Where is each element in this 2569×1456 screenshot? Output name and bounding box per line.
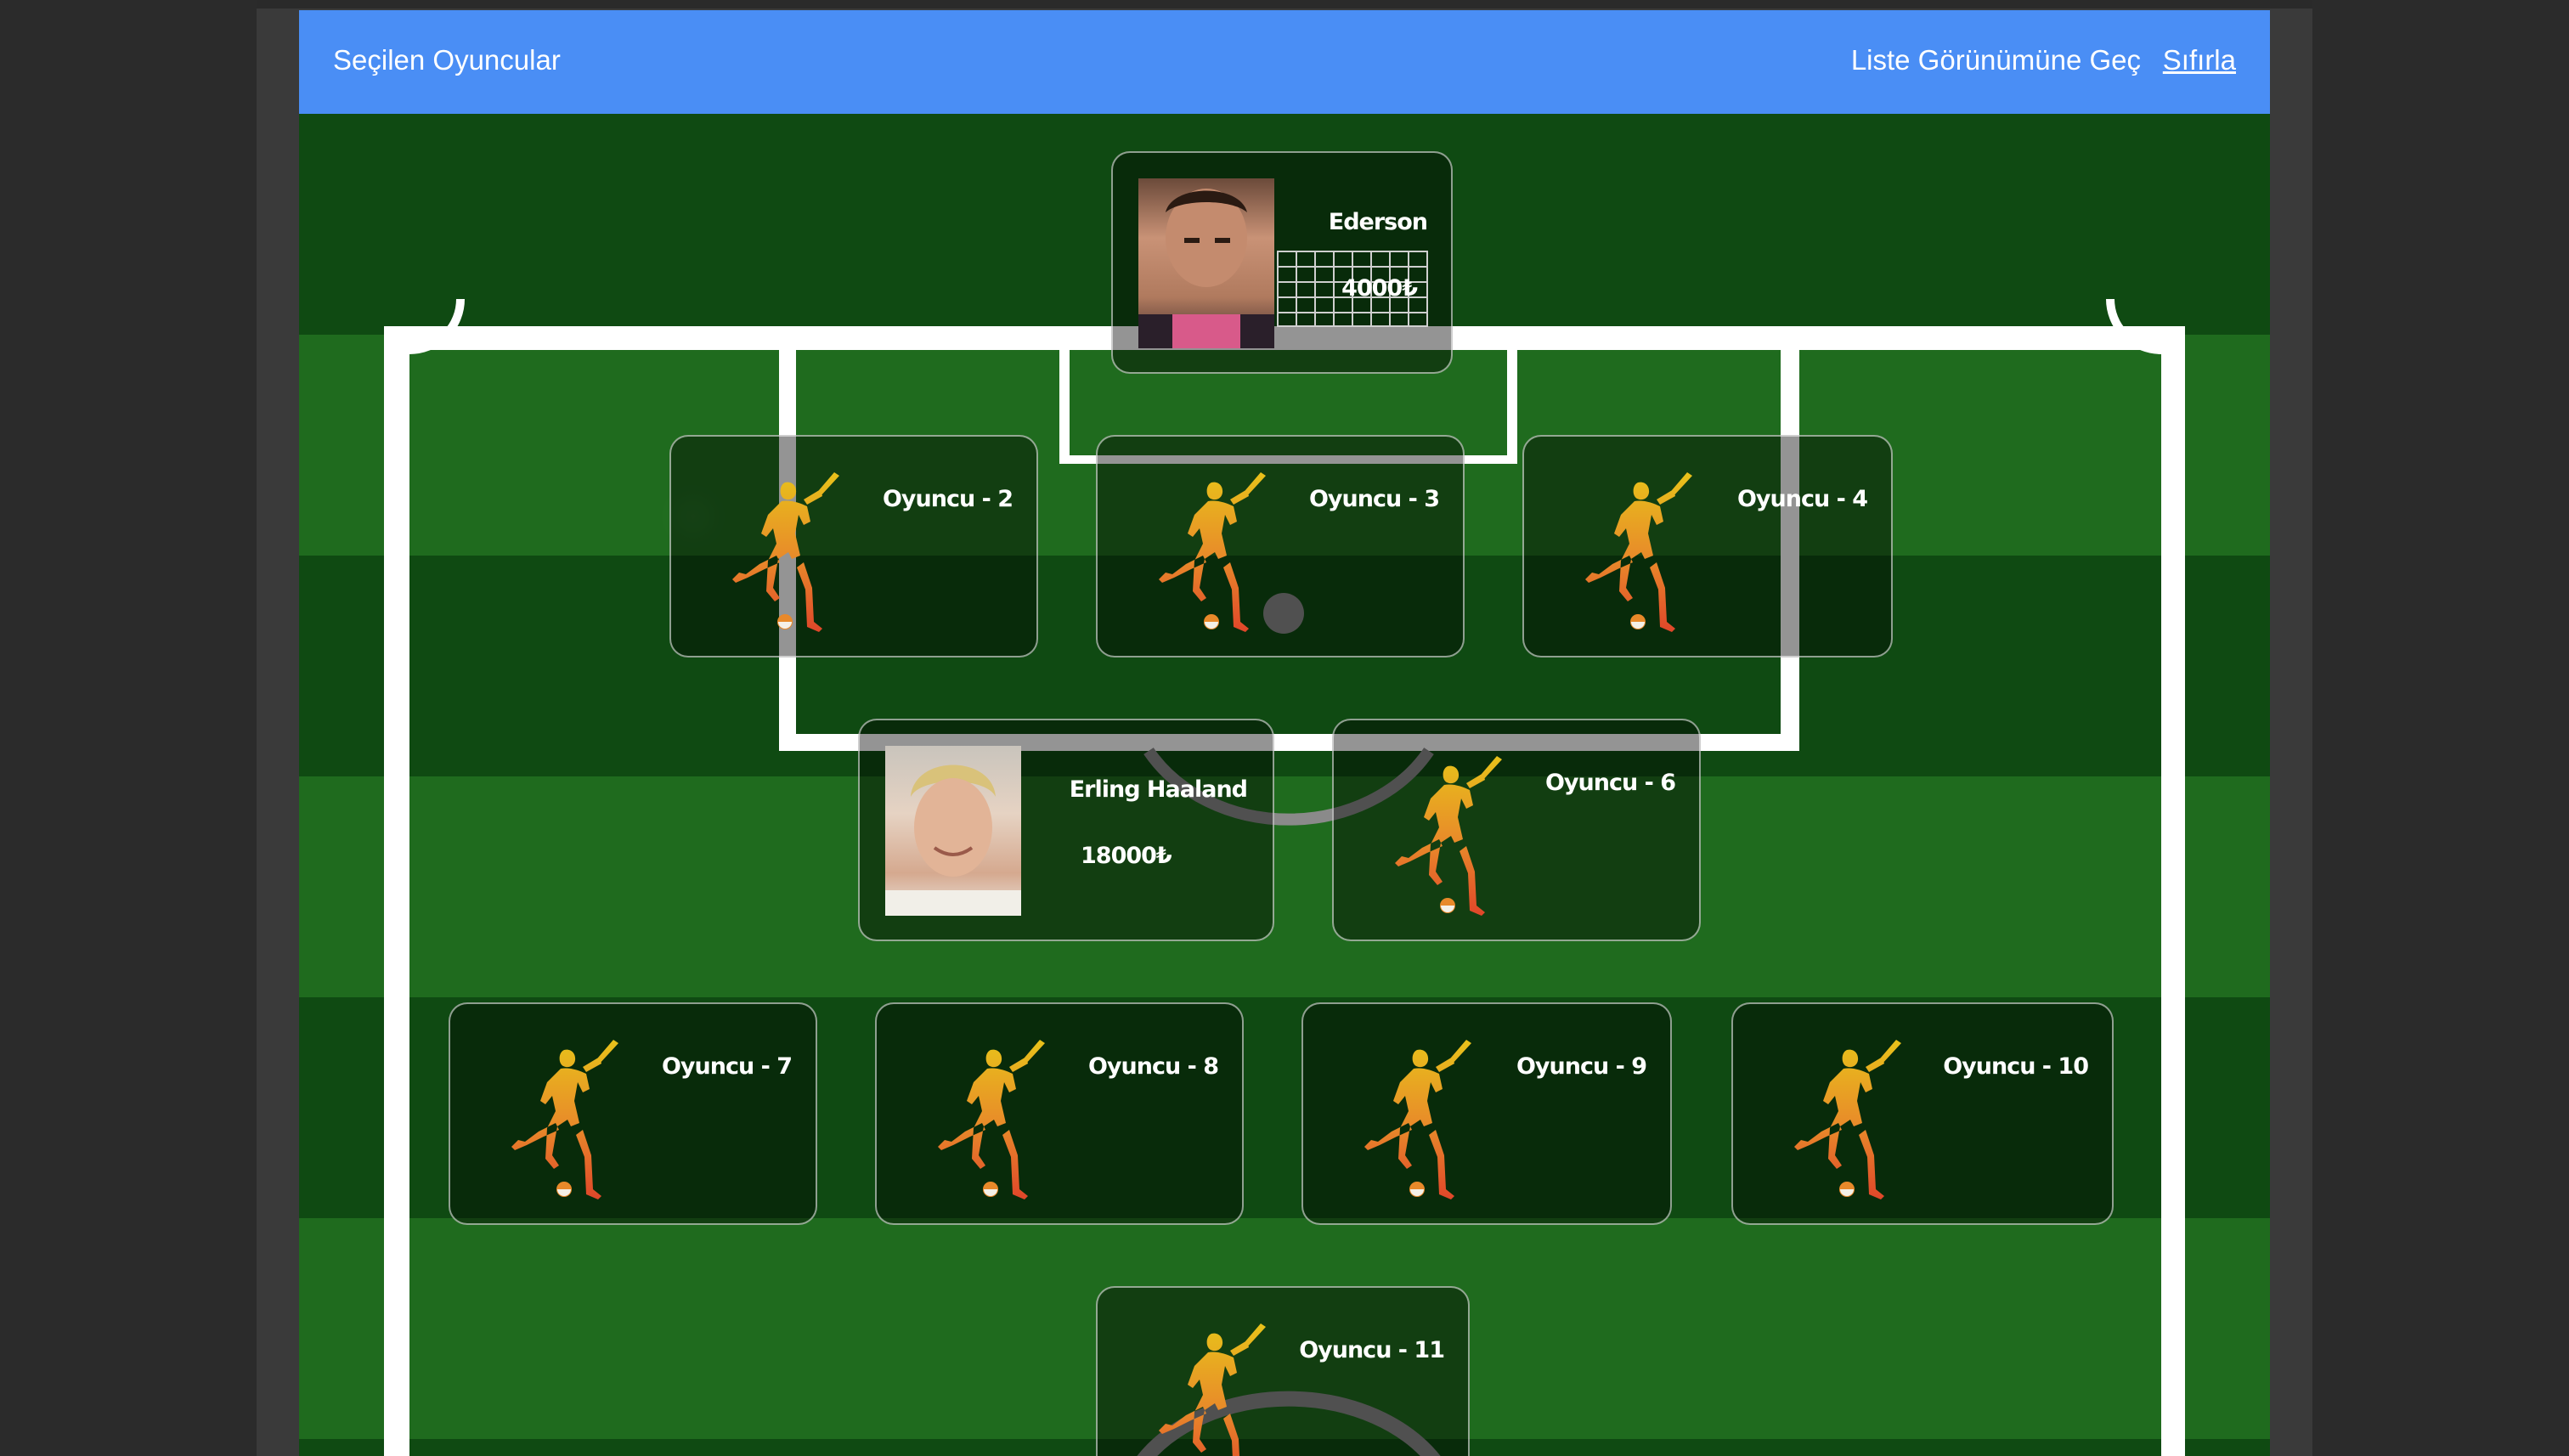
app-header: Seçilen Oyuncular Liste Görünümüne Geç S… bbox=[299, 10, 2270, 114]
player-name: Oyuncu - 7 bbox=[661, 1053, 793, 1080]
player-photo-haaland bbox=[885, 746, 1021, 916]
player-name: Oyuncu - 11 bbox=[1299, 1337, 1445, 1363]
football-player-silhouette-icon bbox=[1385, 751, 1512, 917]
player-slot-2[interactable]: Oyuncu - 2 bbox=[669, 435, 1038, 657]
lineup-app: Seçilen Oyuncular Liste Görünümüne Geç S… bbox=[299, 10, 2270, 1456]
player-name: Oyuncu - 8 bbox=[1087, 1053, 1219, 1080]
player-photo-ederson bbox=[1138, 178, 1274, 348]
player-name: Oyuncu - 6 bbox=[1544, 770, 1676, 796]
player-name: Oyuncu - 2 bbox=[882, 486, 1013, 512]
player-name: Oyuncu - 3 bbox=[1308, 486, 1440, 512]
football-player-silhouette-icon bbox=[1575, 467, 1702, 634]
football-pitch: Ederson 4000₺ Oyuncu - 2 Oyuncu - 3 Oyun… bbox=[299, 114, 2270, 1456]
football-player-silhouette-icon bbox=[928, 1035, 1055, 1201]
player-name: Erling Haaland bbox=[1069, 776, 1248, 803]
player-price: 4000₺ bbox=[1341, 275, 1418, 302]
player-slot-10[interactable]: Oyuncu - 10 bbox=[1731, 1002, 2114, 1225]
player-slot-6[interactable]: Oyuncu - 6 bbox=[1332, 719, 1701, 941]
football-player-silhouette-icon bbox=[722, 467, 850, 634]
page-title: Seçilen Oyuncular bbox=[333, 44, 561, 76]
player-name: Oyuncu - 9 bbox=[1516, 1053, 1647, 1080]
player-name: Oyuncu - 10 bbox=[1943, 1053, 2089, 1080]
player-slot-3[interactable]: Oyuncu - 3 bbox=[1096, 435, 1465, 657]
football-player-silhouette-icon bbox=[1149, 1318, 1276, 1456]
player-card-haaland[interactable]: Erling Haaland 18000₺ bbox=[858, 719, 1274, 941]
player-slot-7[interactable]: Oyuncu - 7 bbox=[449, 1002, 817, 1225]
reset-link[interactable]: Sıfırla bbox=[2163, 44, 2236, 76]
football-player-silhouette-icon bbox=[1149, 467, 1276, 634]
player-slot-4[interactable]: Oyuncu - 4 bbox=[1522, 435, 1893, 657]
football-player-silhouette-icon bbox=[1354, 1035, 1482, 1201]
player-name: Oyuncu - 4 bbox=[1736, 486, 1868, 512]
player-price: 18000₺ bbox=[1081, 843, 1172, 869]
player-card-goalkeeper[interactable]: Ederson 4000₺ bbox=[1111, 151, 1453, 374]
football-player-silhouette-icon bbox=[1784, 1035, 1911, 1201]
player-slot-8[interactable]: Oyuncu - 8 bbox=[875, 1002, 1244, 1225]
browser-top-strip bbox=[257, 0, 2312, 8]
player-slot-11[interactable]: Oyuncu - 11 bbox=[1096, 1286, 1470, 1456]
football-player-silhouette-icon bbox=[501, 1035, 629, 1201]
switch-to-list-view-button[interactable]: Liste Görünümüne Geç bbox=[1851, 44, 2141, 76]
player-slot-9[interactable]: Oyuncu - 9 bbox=[1301, 1002, 1672, 1225]
player-name: Ederson bbox=[1328, 209, 1428, 235]
